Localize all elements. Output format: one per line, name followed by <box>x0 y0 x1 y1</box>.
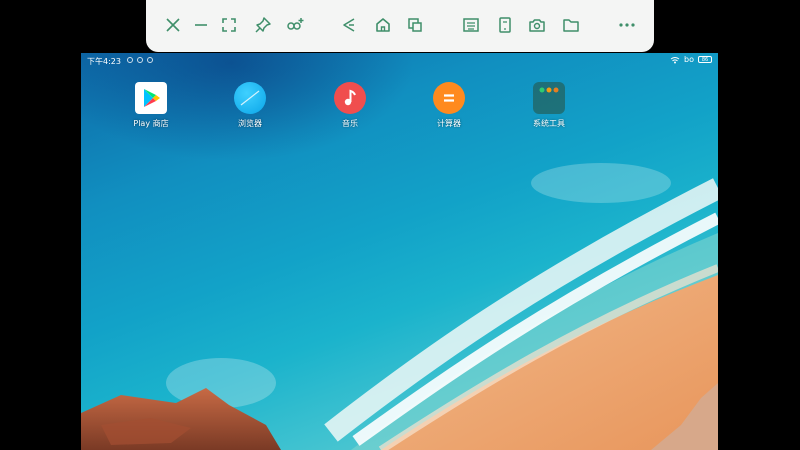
app-play-store[interactable]: Play 商店 <box>111 82 191 129</box>
app-calculator[interactable]: 计算器 <box>409 82 489 129</box>
keyboard-icon <box>463 18 479 32</box>
link-add-icon <box>287 18 304 30</box>
music-icon <box>334 82 366 114</box>
calculator-icon <box>433 82 465 114</box>
fullscreen-button[interactable] <box>218 14 240 36</box>
wifi-icon <box>670 56 680 63</box>
close-button[interactable] <box>162 14 184 36</box>
app-label: 计算器 <box>437 119 461 128</box>
more-button[interactable] <box>616 14 638 36</box>
play-store-icon <box>135 82 167 114</box>
status-text: bo <box>684 55 694 64</box>
screenshot-button[interactable] <box>526 14 548 36</box>
status-right: bo 86 <box>670 55 712 64</box>
status-bar: 下午4:23 bo 86 <box>81 53 718 69</box>
battery-icon: 86 <box>698 56 712 63</box>
folder-icon <box>563 19 579 32</box>
folder-button[interactable] <box>560 14 582 36</box>
app-music[interactable]: 音乐 <box>310 82 390 129</box>
home-button[interactable] <box>372 14 394 36</box>
app-browser[interactable]: 浏览器 <box>210 82 290 129</box>
minimize-button[interactable] <box>190 14 212 36</box>
back-button[interactable] <box>338 14 360 36</box>
more-icon <box>619 23 635 27</box>
pin-icon <box>255 17 271 33</box>
screenshot-camera-icon <box>529 19 545 32</box>
notification-icon <box>147 57 153 63</box>
keyboard-button[interactable] <box>460 14 482 36</box>
window-toolbar <box>146 0 654 52</box>
home-icon <box>376 18 390 32</box>
status-time: 下午4:23 <box>87 57 121 66</box>
fullscreen-icon <box>222 18 236 32</box>
pin-button[interactable] <box>252 14 274 36</box>
link-add-button[interactable] <box>284 14 306 36</box>
system-tools-folder-icon <box>533 82 565 114</box>
recent-apps-button[interactable] <box>404 14 426 36</box>
app-label: Play 商店 <box>133 119 169 128</box>
recent-apps-icon <box>408 18 422 32</box>
close-icon <box>166 18 180 32</box>
app-label: 音乐 <box>342 119 358 128</box>
back-icon <box>343 18 355 32</box>
device-screen[interactable]: 下午4:23 bo 86 Play 商店 浏览器 音乐 计算器 系统工具 <box>81 53 718 450</box>
phone-button[interactable] <box>494 14 516 36</box>
notification-icon <box>127 57 133 63</box>
app-label: 浏览器 <box>238 119 262 128</box>
minimize-icon <box>195 24 207 26</box>
app-system-tools[interactable]: 系统工具 <box>509 82 589 129</box>
phone-icon <box>499 17 511 33</box>
app-label: 系统工具 <box>533 119 565 128</box>
browser-icon <box>234 82 266 114</box>
notification-icon <box>137 57 143 63</box>
